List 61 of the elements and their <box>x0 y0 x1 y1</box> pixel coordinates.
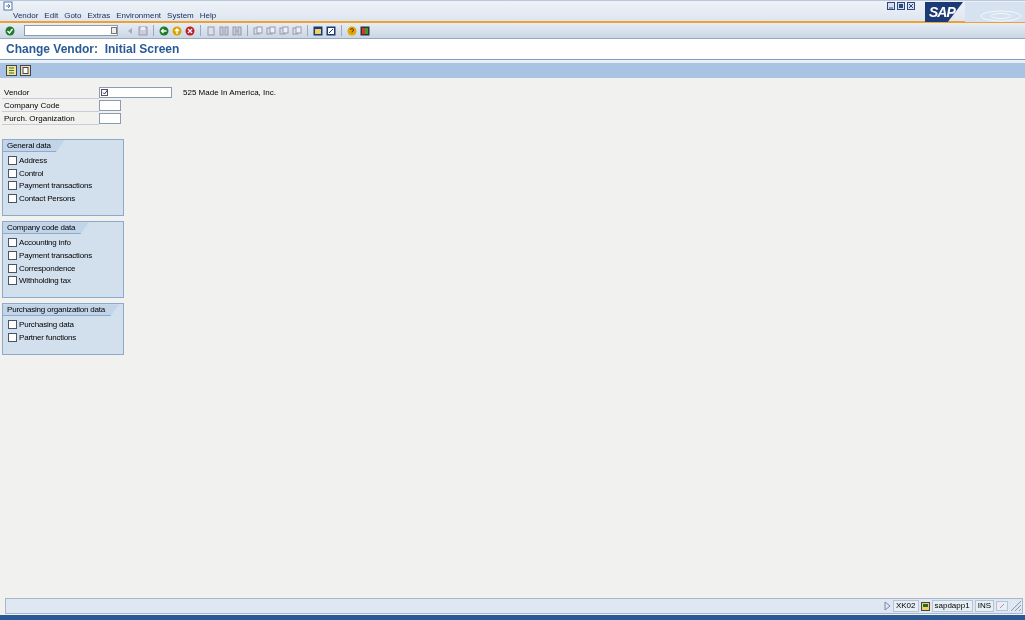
checkbox-label[interactable]: Correspondence <box>19 263 76 273</box>
input-mode[interactable]: INS <box>974 600 994 612</box>
menu-item[interactable]: Extras <box>84 11 114 21</box>
checkbox-label[interactable]: Contact Persons <box>19 194 76 204</box>
shortcut-icon[interactable] <box>326 25 336 36</box>
minimize-icon[interactable] <box>887 2 895 10</box>
cancel-icon[interactable] <box>185 25 195 36</box>
checkbox[interactable] <box>8 263 17 273</box>
logo: SAP <box>925 2 963 22</box>
checkbox[interactable] <box>8 276 17 286</box>
field-label: Purch. Organization <box>2 112 99 125</box>
input-field[interactable] <box>99 100 121 111</box>
close-icon[interactable] <box>907 2 915 10</box>
checkbox-label[interactable]: Address <box>19 155 47 165</box>
menu-item[interactable]: Edit <box>41 11 62 21</box>
system-menu-icon[interactable] <box>3 1 13 11</box>
checkbox[interactable] <box>8 194 17 204</box>
maximize-icon[interactable] <box>897 2 905 10</box>
checkbox[interactable] <box>8 320 17 330</box>
group-title: Company code data <box>3 222 90 235</box>
grid-icon[interactable] <box>6 65 17 76</box>
ripple-drawing <box>965 2 1025 22</box>
checkbox-label[interactable]: Withholding tax <box>19 276 71 286</box>
checkbox-label[interactable]: Control <box>19 168 44 178</box>
transaction-code: XK02 <box>892 600 919 612</box>
menu-item[interactable]: Environment <box>113 11 165 21</box>
menu-item[interactable]: Help <box>196 11 220 21</box>
menu-item[interactable]: Goto <box>61 11 85 21</box>
checkbox-label[interactable]: Partner functions <box>19 333 77 343</box>
document-icon[interactable] <box>20 65 31 76</box>
group-title: Purchasing organization data <box>3 304 120 317</box>
checkbox-label[interactable]: Purchasing data <box>19 320 74 330</box>
checkbox[interactable] <box>8 333 17 343</box>
triangle-right-icon[interactable] <box>882 601 891 611</box>
checkbox[interactable] <box>8 250 17 260</box>
help-icon[interactable] <box>347 25 357 36</box>
checkbox[interactable] <box>8 238 17 248</box>
checkbox-label[interactable]: Accounting info <box>19 238 71 248</box>
checkbox-label[interactable]: Payment transactions <box>19 250 92 260</box>
search-help-icon[interactable] <box>101 89 108 96</box>
new-window-icon[interactable] <box>313 25 323 36</box>
group-title: General data <box>3 140 65 152</box>
server-name: sapdapp1 <box>931 600 973 612</box>
checkbox[interactable] <box>8 168 17 178</box>
check-icon[interactable] <box>5 25 15 36</box>
vendor-name: 525 Made In America, Inc. <box>183 88 276 97</box>
resize-grip-icon[interactable] <box>1010 600 1022 612</box>
checkbox-label[interactable]: Payment transactions <box>19 181 92 191</box>
menu-item[interactable]: Vendor <box>10 11 42 21</box>
menu-item[interactable]: System <box>164 11 197 21</box>
session-icon[interactable] <box>920 601 930 611</box>
command-field[interactable] <box>24 25 118 36</box>
field-label: Vendor <box>2 86 99 99</box>
input-field[interactable] <box>99 113 121 124</box>
checkbox[interactable] <box>8 155 17 165</box>
checkbox[interactable] <box>8 181 17 191</box>
screen-title: Change Vendor: Initial Screen <box>6 42 181 57</box>
layout-icon[interactable] <box>360 25 370 36</box>
input-field[interactable] <box>99 87 172 98</box>
field-label: Company Code <box>2 99 99 112</box>
arrow-left-icon[interactable] <box>159 25 169 36</box>
